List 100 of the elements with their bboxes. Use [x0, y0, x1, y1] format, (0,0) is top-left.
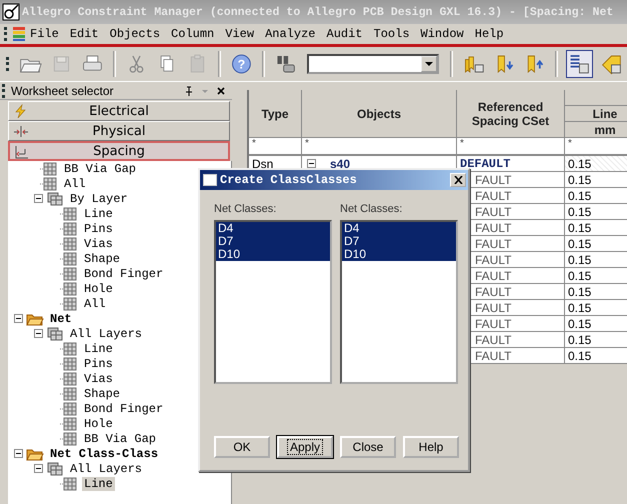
table-cell[interactable]: 0.15	[565, 188, 627, 204]
list-box[interactable]: D4 D7 D10	[340, 220, 458, 384]
table-cell[interactable]: 0.15	[565, 316, 627, 332]
list-item[interactable]: D10	[216, 248, 330, 261]
tree-item[interactable]: Hole	[82, 282, 115, 296]
domain-tab[interactable]: Spacing	[8, 141, 230, 161]
table-icon	[60, 402, 78, 416]
tree-item[interactable]: All Layers	[68, 462, 144, 476]
table-cell[interactable]: 0.15	[565, 348, 627, 364]
filter-cell[interactable]: *	[302, 138, 457, 156]
object-name: s40	[330, 156, 350, 170]
collapse-toggle[interactable]	[34, 329, 43, 338]
collapse-toggle[interactable]	[307, 159, 316, 168]
table-cell[interactable]: 0.15	[565, 284, 627, 300]
table-icon	[60, 356, 78, 370]
spacing-icon	[14, 145, 30, 159]
table-icon	[40, 176, 58, 190]
tree-item[interactable]: Line	[82, 206, 115, 220]
panel-title: Worksheet selector	[11, 84, 114, 98]
menu-item[interactable]: Edit	[68, 27, 100, 41]
collapse-toggle[interactable]	[14, 314, 23, 323]
column-header[interactable]: Objects	[302, 90, 457, 138]
menu-item[interactable]: File	[29, 27, 60, 41]
tree-item[interactable]: Net Class-Class	[48, 446, 160, 460]
table-cell[interactable]: 0.15	[565, 204, 627, 220]
list-item[interactable]: D7	[342, 235, 456, 248]
pin-icon[interactable]	[184, 86, 194, 96]
tree-item[interactable]: Pins	[82, 222, 115, 236]
domain-tab[interactable]: Electrical	[8, 101, 230, 121]
menu-item[interactable]: View	[224, 27, 256, 41]
table-cell[interactable]: 0.15	[565, 220, 627, 236]
tree-item[interactable]: BB Via Gap	[62, 162, 138, 176]
worksheet-icon[interactable]	[566, 50, 594, 78]
tree-item[interactable]: Net	[48, 312, 74, 326]
tree-item[interactable]: BB Via Gap	[82, 432, 158, 446]
tree-item[interactable]: Vias	[82, 372, 115, 386]
tree-item[interactable]: Vias	[82, 236, 115, 250]
close-button[interactable]	[450, 173, 466, 187]
menu-item[interactable]: Help	[474, 27, 505, 41]
tree-item[interactable]: By Layer	[68, 192, 130, 206]
table-icon	[60, 296, 78, 310]
list-item[interactable]: D7	[216, 235, 330, 248]
table-icon	[60, 282, 78, 296]
table-cell[interactable]: 0.15	[565, 268, 627, 284]
menu-item[interactable]: Tools	[372, 27, 411, 41]
list-box[interactable]: D4 D7 D10	[214, 220, 332, 384]
dialog-button[interactable]: Apply	[277, 436, 333, 458]
menu-item[interactable]: Objects	[108, 27, 162, 41]
list-item[interactable]: D4	[216, 222, 330, 235]
tree-item[interactable]: Line	[82, 342, 115, 356]
list-item[interactable]: D10	[342, 248, 456, 261]
collapse-toggle[interactable]	[34, 194, 43, 203]
tree-item[interactable]: Line	[82, 476, 115, 490]
column-header[interactable]: Line	[565, 106, 627, 122]
tree-item[interactable]: All Layers	[68, 326, 144, 340]
collapse-toggle[interactable]	[34, 464, 43, 473]
table-cell[interactable]: 0.15	[565, 332, 627, 348]
filter-cell[interactable]: *	[457, 138, 565, 156]
folder-icon	[26, 446, 44, 460]
close-icon[interactable]	[216, 86, 226, 96]
menu-item[interactable]: Audit	[326, 27, 364, 41]
menu-item[interactable]: Analyze	[264, 27, 316, 41]
column-header[interactable]: Referenced Spacing CSet	[457, 90, 565, 138]
caret-icon	[424, 61, 433, 67]
list-item[interactable]: D4	[342, 222, 456, 235]
tree-item[interactable]: All	[82, 296, 108, 310]
tree-item[interactable]: Shape	[82, 252, 122, 266]
tree-item[interactable]: All	[62, 176, 88, 190]
list-label: Net Classes:	[214, 202, 278, 217]
physical-icon	[13, 124, 29, 138]
tree-item[interactable]: Hole	[82, 416, 115, 430]
table-cell[interactable]: 0.15	[565, 300, 627, 316]
tree-item[interactable]: Bond Finger	[82, 266, 166, 280]
column-header[interactable]: Type	[249, 90, 302, 138]
tree-item[interactable]: Shape	[82, 386, 122, 400]
table-cell[interactable]: 0.15	[565, 252, 627, 268]
stacked-bars-icon	[13, 26, 25, 42]
table-cell[interactable]: 0.15	[565, 172, 627, 188]
table-icon	[60, 432, 78, 446]
table-icon	[60, 252, 78, 266]
tree-item[interactable]: Pins	[82, 356, 115, 370]
tree-item[interactable]: Bond Finger	[82, 402, 166, 416]
table-cell[interactable]: 0.15	[565, 236, 627, 252]
filter-cell[interactable]: *	[249, 138, 302, 156]
dialog-title: Create ClassClasses	[220, 173, 358, 187]
dialog-button[interactable]: OK	[214, 436, 270, 458]
menu-item[interactable]: Window	[420, 27, 465, 41]
table-cell[interactable]: 0.15	[565, 156, 627, 172]
table-icon	[60, 266, 78, 280]
dropdown-field[interactable]	[306, 54, 439, 74]
dialog-button[interactable]: Help	[403, 436, 459, 458]
unit-label: mm	[565, 122, 627, 138]
table-icon	[60, 222, 78, 236]
app-icon	[2, 3, 20, 21]
domain-tab[interactable]: Physical	[8, 121, 230, 141]
window-icon	[203, 174, 217, 186]
collapse-toggle[interactable]	[14, 449, 23, 458]
list-label: Net Classes:	[340, 202, 404, 217]
menu-item[interactable]: Column	[170, 27, 216, 41]
dialog-button[interactable]: Close	[340, 436, 396, 458]
